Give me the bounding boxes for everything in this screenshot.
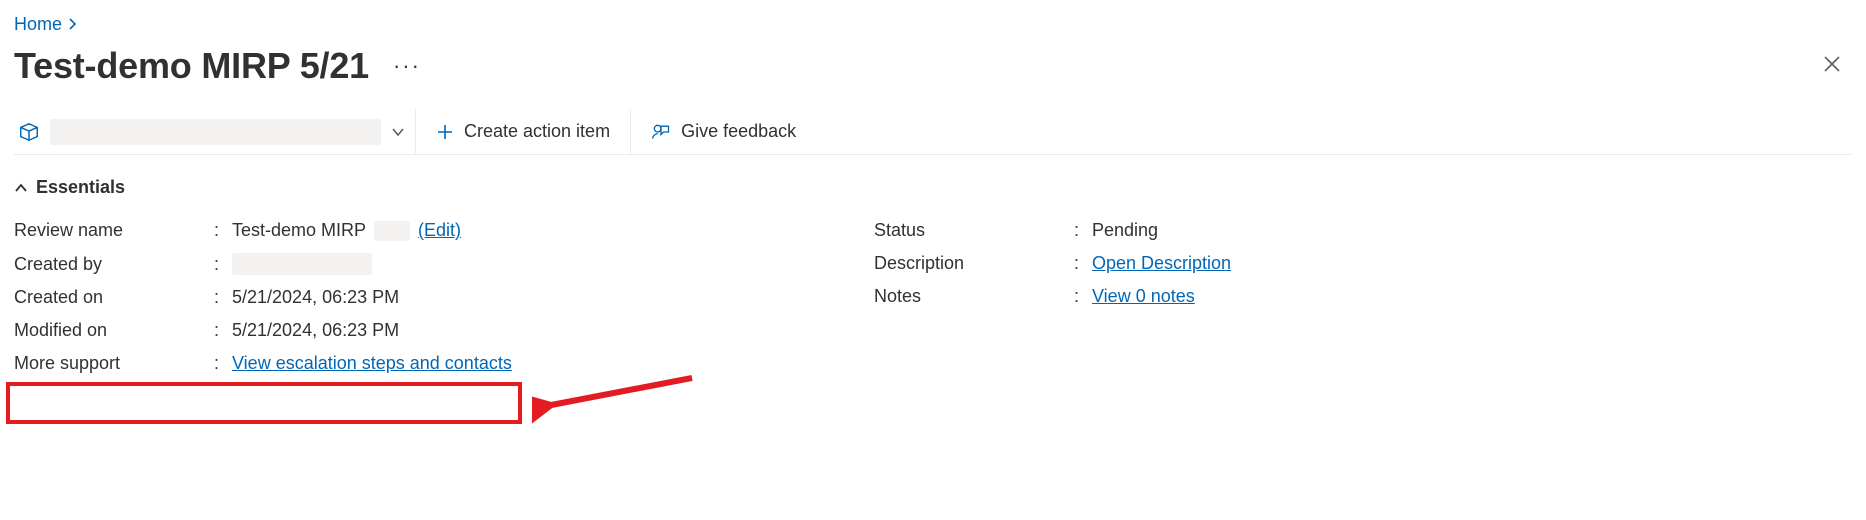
give-feedback-label: Give feedback	[681, 121, 796, 142]
modified-on-label: Modified on	[14, 320, 214, 341]
essentials-label: Essentials	[36, 177, 125, 198]
plus-icon	[436, 123, 454, 141]
chevron-right-icon	[68, 17, 78, 33]
page-title: Test-demo MIRP 5/21	[14, 45, 369, 87]
description-label: Description	[874, 253, 1074, 274]
created-on-value: 5/21/2024, 06:23 PM	[232, 287, 399, 308]
more-support-link[interactable]: View escalation steps and contacts	[232, 353, 512, 374]
essentials-right-column: Status : Pending Description : Open Desc…	[874, 214, 1654, 380]
title-row: Test-demo MIRP 5/21 ···	[14, 45, 1852, 109]
breadcrumb: Home	[14, 8, 1852, 45]
review-name-redacted	[374, 221, 410, 241]
more-actions-button[interactable]: ···	[387, 49, 427, 83]
resource-dropdown[interactable]	[16, 109, 416, 154]
modified-on-row: Modified on : 5/21/2024, 06:23 PM	[14, 314, 794, 347]
essentials-toggle[interactable]: Essentials	[14, 169, 1852, 214]
more-support-label: More support	[14, 353, 214, 374]
notes-label: Notes	[874, 286, 1074, 307]
created-by-row: Created by :	[14, 247, 794, 281]
review-name-edit-link[interactable]: (Edit)	[418, 220, 461, 241]
notes-row: Notes : View 0 notes	[874, 280, 1654, 313]
review-name-label: Review name	[14, 220, 214, 241]
created-on-row: Created on : 5/21/2024, 06:23 PM	[14, 281, 794, 314]
status-row: Status : Pending	[874, 214, 1654, 247]
status-value: Pending	[1092, 220, 1158, 241]
essentials-section: Essentials Review name : Test-demo MIRP …	[14, 155, 1852, 380]
feedback-icon	[651, 122, 671, 142]
open-description-link[interactable]: Open Description	[1092, 253, 1231, 274]
command-bar: Create action item Give feedback	[14, 109, 1852, 155]
create-action-item-label: Create action item	[464, 121, 610, 142]
close-icon[interactable]	[1812, 48, 1852, 84]
review-name-row: Review name : Test-demo MIRP (Edit)	[14, 214, 794, 247]
description-row: Description : Open Description	[874, 247, 1654, 280]
created-by-value-redacted	[232, 253, 372, 275]
chevron-up-icon	[14, 181, 28, 195]
more-support-row: More support : View escalation steps and…	[14, 347, 794, 380]
view-notes-link[interactable]: View 0 notes	[1092, 286, 1195, 307]
essentials-left-column: Review name : Test-demo MIRP (Edit) Crea…	[14, 214, 794, 380]
review-name-value: Test-demo MIRP	[232, 220, 366, 241]
give-feedback-button[interactable]: Give feedback	[631, 109, 816, 154]
resource-icon	[18, 121, 40, 143]
created-on-label: Created on	[14, 287, 214, 308]
resource-dropdown-label-redacted	[50, 119, 381, 145]
create-action-item-button[interactable]: Create action item	[416, 109, 631, 154]
breadcrumb-home-link[interactable]: Home	[14, 14, 62, 35]
created-by-label: Created by	[14, 254, 214, 275]
modified-on-value: 5/21/2024, 06:23 PM	[232, 320, 399, 341]
chevron-down-icon	[391, 125, 405, 139]
status-label: Status	[874, 220, 1074, 241]
